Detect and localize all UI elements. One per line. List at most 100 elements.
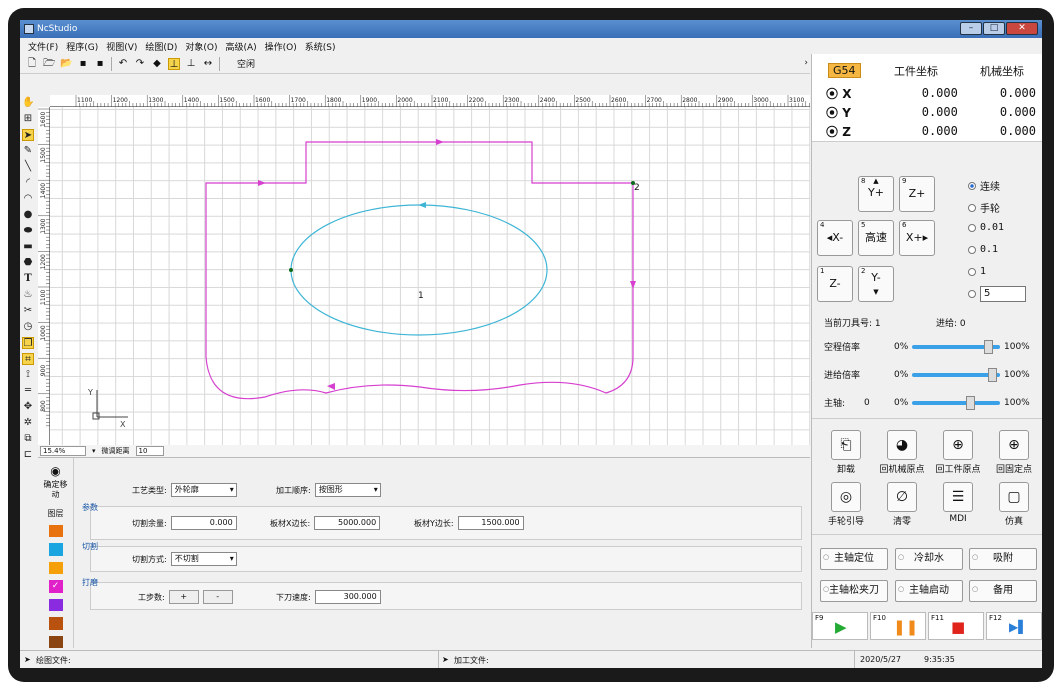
line-icon[interactable]: ╲ (22, 161, 34, 173)
save-as-icon[interactable]: ▪ (94, 58, 106, 70)
menu-draw[interactable]: 绘图(D) (145, 40, 177, 53)
jog-z-plus-button[interactable]: 9 Z+ (899, 176, 935, 212)
stop-button[interactable]: F11 ■ (928, 612, 984, 640)
vacuum-button[interactable]: ○ 吸附 (969, 548, 1037, 570)
inner-ellipse-path[interactable] (290, 204, 548, 336)
jog-z-minus-button[interactable]: 1 Z- (817, 266, 853, 302)
menu-advanced[interactable]: 高级(A) (225, 40, 256, 53)
down-speed-input[interactable]: 300.000 (314, 590, 381, 604)
text-icon[interactable]: T (22, 273, 34, 285)
menu-object[interactable]: 对象(O) (185, 40, 217, 53)
layer-swatch-orange[interactable] (48, 525, 63, 538)
arc2-icon[interactable]: ◠ (22, 193, 34, 205)
spindle-orient-button[interactable]: ○ 主轴定位 (820, 548, 888, 570)
select-arrow-icon[interactable]: ➤ (22, 129, 34, 141)
steps-plus-button[interactable]: + (168, 590, 199, 604)
menu-program[interactable]: 程序(G) (66, 40, 98, 53)
save-icon[interactable]: ▪ (77, 58, 89, 70)
layer-swatch-magenta[interactable]: ✓ (48, 579, 63, 593)
spare-button[interactable]: ○ 备用 (969, 580, 1037, 602)
circle-icon[interactable]: ● (22, 209, 34, 221)
maximize-button[interactable]: □ (983, 22, 1005, 35)
start-button[interactable]: F9 ▶ (812, 612, 868, 640)
zoom-window-icon[interactable]: ⊞ (22, 113, 34, 125)
arc-icon[interactable]: ◜ (22, 177, 34, 189)
simulate-button[interactable]: ▢ 仿真 (989, 482, 1039, 527)
step-1-radio[interactable]: 1 (968, 266, 986, 277)
layer-swatch-darkbrown[interactable] (48, 635, 63, 648)
node-icon[interactable]: ⟟ (22, 369, 34, 381)
layer-swatch-purple[interactable] (48, 598, 63, 612)
align-icon[interactable]: ⊥ (168, 57, 180, 70)
fixed-point-button[interactable]: ⊕ 回固定点 (989, 430, 1039, 475)
jog-x-minus-button[interactable]: 4 ◂X- (817, 220, 853, 256)
zoom-select[interactable]: 15.4% (40, 446, 86, 456)
open-icon[interactable]: 🗁 (43, 58, 55, 70)
move-icon[interactable]: ✥ (22, 401, 34, 413)
layer-swatch-yellow[interactable] (48, 561, 63, 574)
machine-origin-button[interactable]: ◕ 回机械原点 (877, 430, 927, 475)
jog-y-minus-button[interactable]: 2 Y- ▼ (858, 266, 894, 302)
jog-fast-button[interactable]: 5 高速 (858, 220, 894, 256)
hand-icon[interactable]: ✋ (22, 97, 34, 109)
trim-icon[interactable]: ✂ (22, 305, 34, 317)
jog-x-plus-button[interactable]: 6 X+▸ (899, 220, 935, 256)
process-type-select[interactable]: 外轮廓 (170, 483, 237, 497)
explode-icon[interactable]: ✲ (22, 417, 34, 429)
outer-contour-path[interactable] (205, 141, 634, 400)
spindle-start-button[interactable]: ○ 主轴启动 (895, 580, 963, 602)
distribute-icon[interactable]: ⊥ (185, 58, 197, 70)
close-button[interactable]: ✕ (1006, 22, 1038, 35)
new-file-icon[interactable]: 🗋 (26, 58, 38, 70)
mdi-button[interactable]: ☰ MDI (933, 482, 983, 524)
confirm-move-icon[interactable]: ◉ (50, 464, 60, 478)
step-custom-input[interactable]: 5 (980, 286, 1026, 302)
polygon-icon[interactable]: ⬣ (22, 257, 34, 269)
rapid-override-thumb[interactable] (984, 339, 993, 354)
menu-system[interactable]: 系统(S) (305, 40, 336, 53)
nudge-input[interactable]: 10 (135, 446, 164, 456)
confirm-move-label[interactable]: 确定移动 (43, 480, 69, 500)
layer-icon[interactable]: ❐ (22, 337, 34, 349)
step-custom-radio[interactable]: 5 (968, 286, 1026, 302)
layer-swatch-brown[interactable] (48, 617, 63, 630)
array-icon[interactable]: ⧉ (22, 433, 34, 445)
cut-mode-select[interactable]: 不切割 (170, 552, 237, 566)
redo-icon[interactable]: ↷ (134, 58, 146, 70)
menu-view[interactable]: 视图(V) (106, 40, 137, 53)
ellipse-icon[interactable]: ⬬ (22, 225, 34, 237)
coord-system-badge[interactable]: G54 (828, 63, 861, 78)
tool-clamp-button[interactable]: ○ 主轴松夹刀 (820, 580, 888, 602)
mode-handwheel-radio[interactable]: 手轮 (968, 200, 1000, 215)
board-y-input[interactable]: 1500.000 (457, 516, 524, 530)
bucket-icon[interactable]: ♨ (22, 289, 34, 301)
feed-override-slider[interactable]: 进给倍率 0% 100% (824, 367, 1030, 382)
rapid-override-slider[interactable]: 空程倍率 0% 100% (824, 339, 1030, 354)
mode-continuous-radio[interactable]: 连续 (968, 178, 1000, 193)
board-x-input[interactable]: 5000.000 (314, 516, 381, 530)
layer-swatch-blue[interactable] (48, 543, 63, 556)
step-001-radio[interactable]: 0.01 (968, 222, 1004, 233)
eraser-icon[interactable]: ◆ (151, 58, 163, 70)
work-origin-button[interactable]: ⊕ 回工件原点 (933, 430, 983, 475)
order-select[interactable]: 按图形 (314, 483, 381, 497)
zoom-dropdown-icon[interactable]: ▾ (92, 447, 96, 455)
handwheel-guide-button[interactable]: ◎ 手轮引导 (821, 482, 871, 527)
pen-icon[interactable]: ✎ (22, 145, 34, 157)
drawing-canvas[interactable]: 2 1 Y X (50, 107, 810, 445)
step-button[interactable]: F12 ▶▌ (986, 612, 1042, 640)
measure-icon[interactable]: ═ (22, 385, 34, 397)
cut-margin-input[interactable]: 0.000 (170, 516, 237, 530)
crop-icon[interactable]: ⌗ (22, 353, 34, 365)
zero-button[interactable]: ∅ 清零 (877, 482, 927, 527)
minimize-button[interactable]: – (960, 22, 982, 35)
step-01-radio[interactable]: 0.1 (968, 244, 998, 255)
menu-file[interactable]: 文件(F) (28, 40, 58, 53)
rectangle-icon[interactable]: ▬ (22, 241, 34, 253)
undo-icon[interactable]: ↶ (117, 58, 129, 70)
group-icon[interactable]: ⊏ (22, 449, 34, 461)
unload-button[interactable]: ⎗ 卸载 (821, 430, 871, 475)
menu-operate[interactable]: 操作(O) (265, 40, 297, 53)
clock-icon[interactable]: ◷ (22, 321, 34, 333)
coolant-button[interactable]: ○ 冷却水 (895, 548, 963, 570)
